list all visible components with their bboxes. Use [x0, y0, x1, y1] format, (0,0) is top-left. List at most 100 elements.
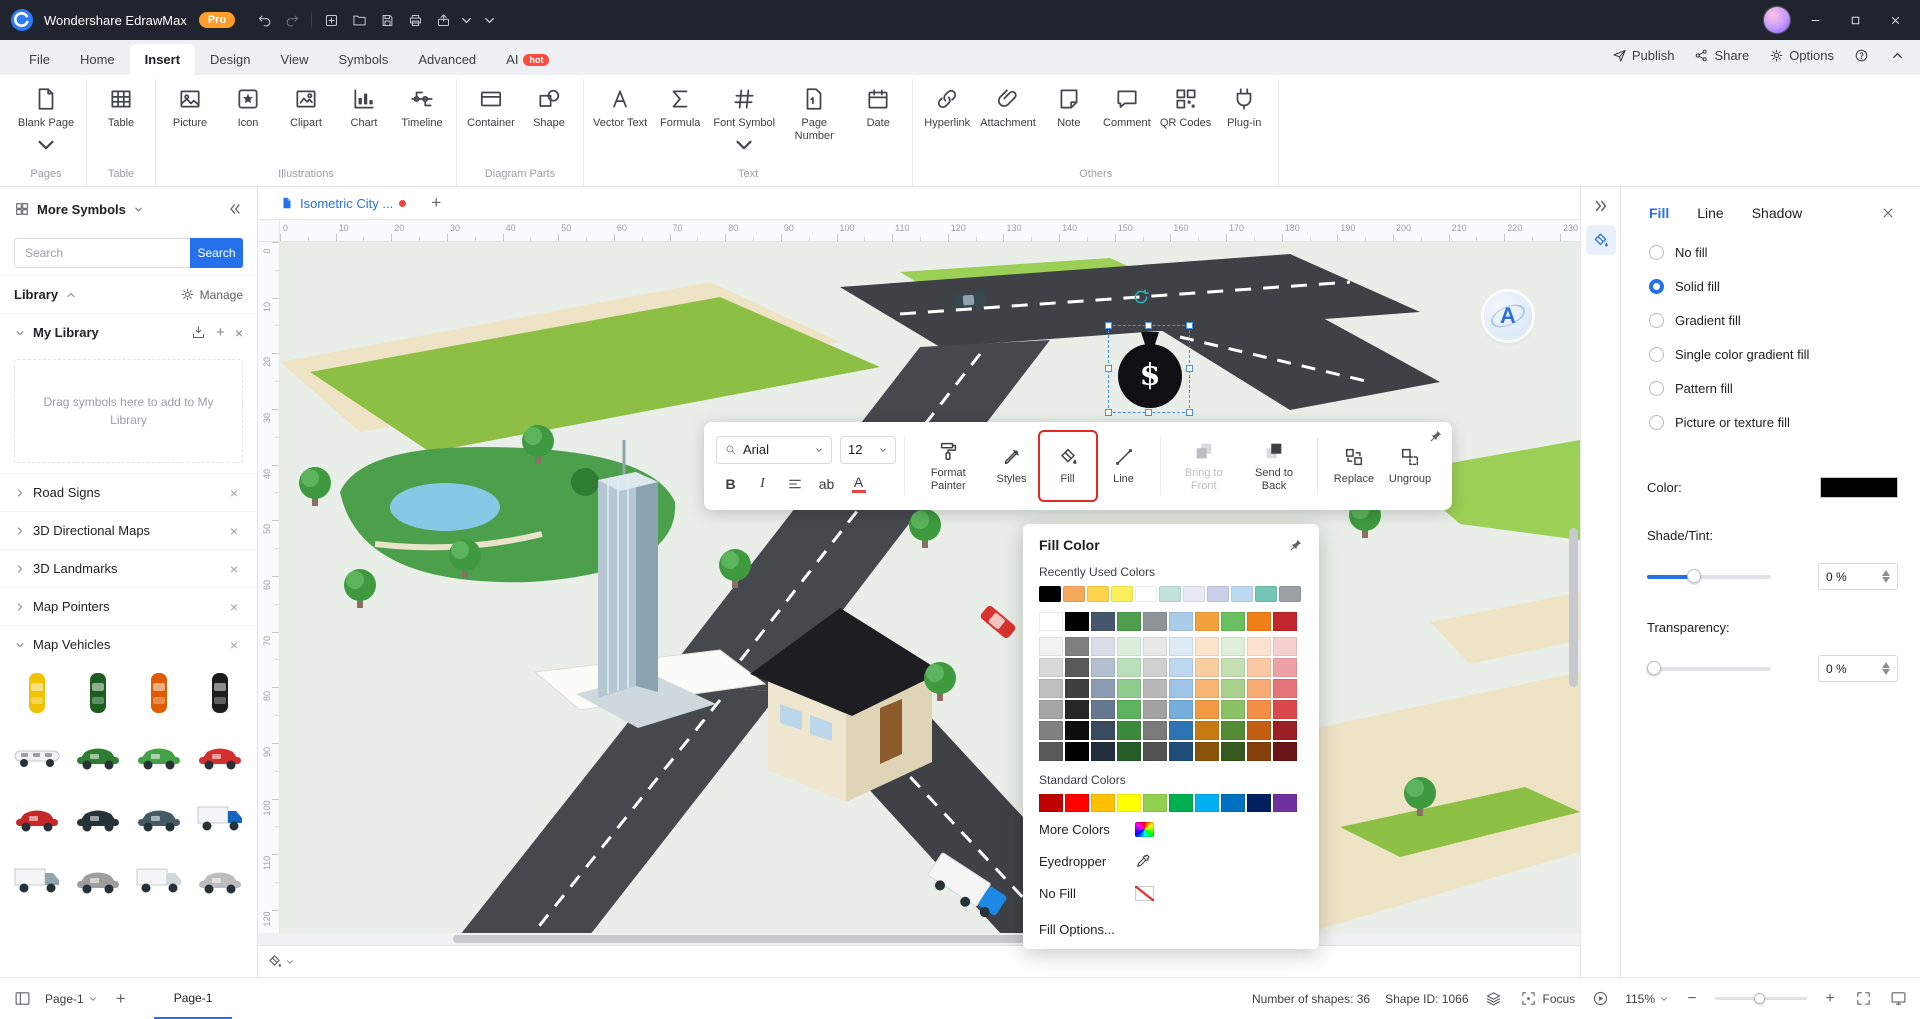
ribbon-item-blank-page[interactable]: Blank Page: [12, 79, 80, 160]
character-spacing-button[interactable]: ab: [812, 471, 841, 497]
ribbon-item-comment[interactable]: Comment: [1099, 79, 1155, 132]
shade-slider[interactable]: [1647, 569, 1771, 583]
page-selector[interactable]: Page-1: [45, 992, 98, 1006]
standard-color-swatch[interactable]: [1169, 794, 1193, 812]
color-swatch[interactable]: [1195, 637, 1219, 656]
vehicle-symbol[interactable]: [192, 855, 247, 903]
export-button[interactable]: [430, 7, 456, 33]
close-library-icon[interactable]: ×: [225, 523, 243, 539]
color-swatch[interactable]: [1221, 700, 1245, 719]
color-swatch[interactable]: [1195, 658, 1219, 677]
share-button[interactable]: Share: [1694, 48, 1749, 63]
drawing-canvas[interactable]: $ A: [280, 242, 1580, 933]
vehicle-symbol[interactable]: [71, 731, 126, 779]
publish-button[interactable]: Publish: [1612, 48, 1674, 63]
menu-tab-home[interactable]: Home: [65, 44, 130, 75]
color-swatch[interactable]: [1247, 637, 1271, 656]
open-button[interactable]: [346, 7, 372, 33]
ribbon-item-qr-codes[interactable]: QR Codes: [1157, 79, 1214, 132]
recent-color-swatch[interactable]: [1087, 586, 1109, 602]
menu-tab-symbols[interactable]: Symbols: [323, 44, 403, 75]
color-swatch[interactable]: [1169, 679, 1193, 698]
panel-tab-fill[interactable]: Fill: [1649, 205, 1669, 221]
selection-handle[interactable]: [1145, 409, 1152, 416]
color-swatch[interactable]: [1221, 679, 1245, 698]
color-swatch[interactable]: [1065, 700, 1089, 719]
close-library-icon[interactable]: ×: [235, 325, 243, 341]
add-page-button[interactable]: +: [111, 989, 131, 1009]
vehicle-symbol[interactable]: [10, 669, 65, 717]
no-fill-item[interactable]: No Fill: [1039, 878, 1303, 908]
color-swatch[interactable]: [1117, 637, 1141, 656]
transparency-slider-thumb[interactable]: [1647, 661, 1661, 675]
recent-color-swatch[interactable]: [1111, 586, 1133, 602]
more-colors-item[interactable]: More Colors: [1039, 814, 1303, 844]
color-swatch[interactable]: [1143, 612, 1167, 631]
color-swatch[interactable]: [1247, 721, 1271, 740]
ribbon-item-vector-text[interactable]: Vector Text: [590, 79, 650, 132]
money-bag-shape[interactable]: $: [1118, 344, 1182, 408]
fill-type-no-fill[interactable]: No fill: [1647, 235, 1898, 269]
zoom-select[interactable]: 115%: [1625, 992, 1669, 1006]
radio-button[interactable]: [1649, 380, 1664, 396]
pin-icon[interactable]: [1288, 538, 1303, 553]
minimize-button[interactable]: [1800, 6, 1830, 34]
selection-box[interactable]: $: [1105, 322, 1193, 416]
vehicle-symbol[interactable]: [192, 793, 247, 841]
vehicle-symbol[interactable]: [10, 855, 65, 903]
standard-color-swatch[interactable]: [1143, 794, 1167, 812]
color-swatch[interactable]: [1091, 612, 1115, 631]
fill-tool-button[interactable]: [1585, 225, 1616, 255]
library-row-3d-directional-maps[interactable]: 3D Directional Maps ×: [0, 511, 257, 549]
recent-color-swatch[interactable]: [1159, 586, 1181, 602]
color-swatch[interactable]: [1143, 742, 1167, 761]
color-swatch[interactable]: [1273, 700, 1297, 719]
selection-handle[interactable]: [1186, 409, 1193, 416]
color-swatch[interactable]: [1169, 700, 1193, 719]
color-swatch[interactable]: [1273, 742, 1297, 761]
ribbon-item-picture[interactable]: Picture: [162, 79, 218, 132]
color-swatch[interactable]: [1143, 637, 1167, 656]
spinner-arrows-icon[interactable]: [1882, 570, 1890, 583]
ribbon-item-hyperlink[interactable]: Hyperlink: [919, 79, 975, 132]
shade-slider-thumb[interactable]: [1686, 569, 1701, 583]
color-swatch[interactable]: [1221, 612, 1245, 631]
zoom-in-button[interactable]: +: [1822, 990, 1838, 1008]
vertical-scrollbar-thumb[interactable]: [1569, 528, 1578, 687]
radio-button[interactable]: [1649, 346, 1664, 362]
font-size-select[interactable]: 12: [840, 435, 896, 464]
vehicle-symbol[interactable]: [10, 731, 65, 779]
standard-color-swatch[interactable]: [1247, 794, 1271, 812]
expand-panel-icon[interactable]: [1592, 197, 1610, 215]
ribbon-item-table[interactable]: Table: [93, 79, 149, 132]
color-swatch[interactable]: [1273, 658, 1297, 677]
menu-tab-design[interactable]: Design: [195, 44, 265, 75]
shade-spinner[interactable]: 0 %: [1818, 563, 1898, 590]
ribbon-item-shape[interactable]: Shape: [521, 79, 577, 132]
color-swatch[interactable]: [1065, 679, 1089, 698]
chevron-down-icon[interactable]: [133, 204, 144, 215]
color-swatch[interactable]: [1143, 658, 1167, 677]
recent-color-swatch[interactable]: [1063, 586, 1085, 602]
color-swatch[interactable]: [1169, 612, 1193, 631]
selection-handle[interactable]: [1105, 365, 1112, 372]
recent-color-swatch[interactable]: [1135, 586, 1157, 602]
recent-color-swatch[interactable]: [1039, 586, 1061, 602]
color-swatch[interactable]: [1195, 742, 1219, 761]
fill-type-gradient-fill[interactable]: Gradient fill: [1647, 303, 1898, 337]
new-button[interactable]: [318, 7, 344, 33]
ai-assistant-button[interactable]: A: [1484, 292, 1532, 340]
new-document-tab-button[interactable]: +: [424, 191, 448, 215]
color-swatch[interactable]: [1221, 637, 1245, 656]
standard-color-swatch[interactable]: [1195, 794, 1219, 812]
vehicle-symbol[interactable]: [192, 669, 247, 717]
close-library-icon[interactable]: ×: [225, 599, 243, 615]
selection-handle[interactable]: [1145, 322, 1152, 329]
collapse-ribbon-button[interactable]: [1890, 48, 1906, 64]
my-library-row[interactable]: My Library + ×: [0, 313, 257, 351]
recent-color-swatch[interactable]: [1183, 586, 1205, 602]
color-swatch[interactable]: [1091, 700, 1115, 719]
bold-button[interactable]: B: [716, 471, 745, 497]
close-library-icon[interactable]: ×: [225, 637, 243, 653]
eyedropper-item[interactable]: Eyedropper: [1039, 846, 1303, 876]
